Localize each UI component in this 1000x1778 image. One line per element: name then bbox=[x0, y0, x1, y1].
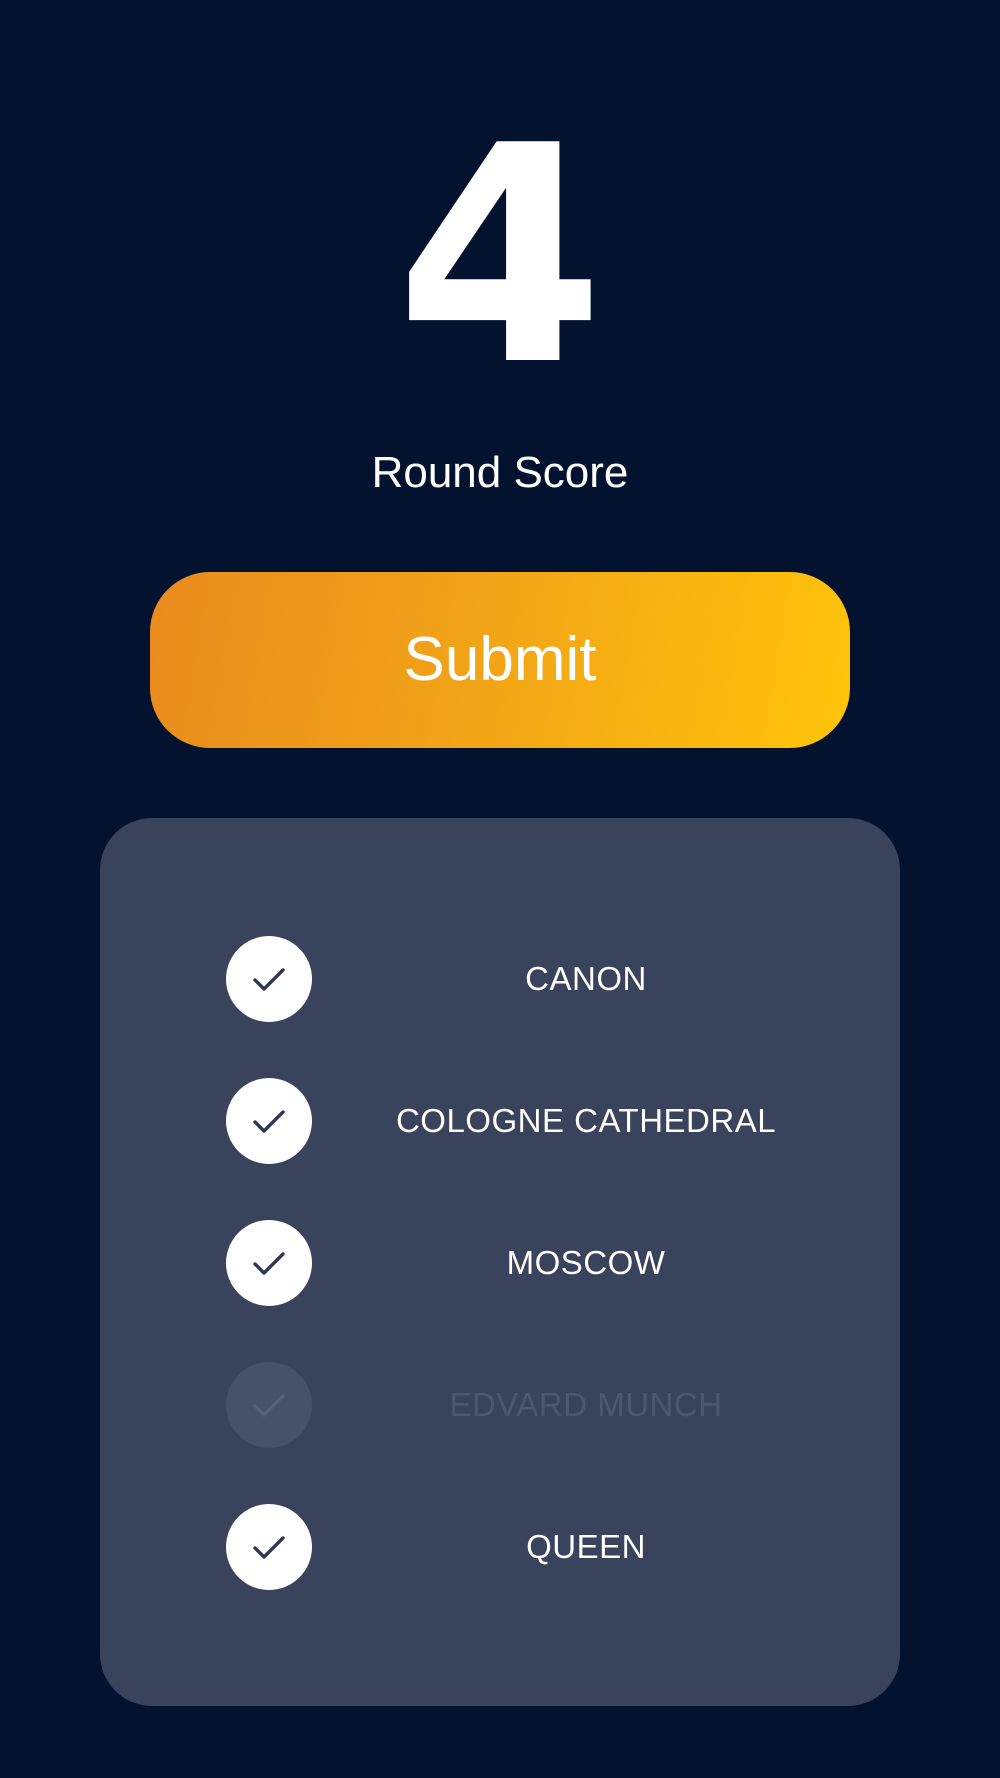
answer-item-moscow[interactable]: MOSCOW bbox=[100, 1220, 900, 1306]
check-icon bbox=[253, 1252, 285, 1275]
submit-button[interactable]: Submit bbox=[150, 572, 850, 748]
answer-item-edvard-munch[interactable]: EDVARD MUNCH bbox=[100, 1362, 900, 1448]
answer-item-queen[interactable]: QUEEN bbox=[100, 1504, 900, 1590]
answer-label: COLOGNE CATHEDRAL bbox=[395, 1102, 777, 1139]
answer-checkbox[interactable] bbox=[226, 1504, 312, 1590]
answer-checkbox[interactable] bbox=[226, 1078, 312, 1164]
answer-checkbox[interactable] bbox=[226, 1362, 312, 1448]
check-icon bbox=[253, 968, 285, 991]
round-score-value: 4 bbox=[395, 82, 605, 431]
answer-checkbox[interactable] bbox=[226, 936, 312, 1022]
check-icon bbox=[253, 1536, 285, 1559]
answer-checkbox[interactable] bbox=[226, 1220, 312, 1306]
answer-label: CANON bbox=[525, 960, 647, 997]
answer-label: MOSCOW bbox=[506, 1244, 666, 1281]
answer-item-canon[interactable]: CANON bbox=[100, 936, 900, 1022]
answers-panel: CANON COLOGNE CATHEDRAL MOSCOW EDVARD MU… bbox=[100, 818, 900, 1706]
check-icon bbox=[253, 1110, 285, 1133]
answer-item-cologne-cathedral[interactable]: COLOGNE CATHEDRAL bbox=[100, 1078, 900, 1164]
check-icon bbox=[253, 1394, 285, 1417]
answer-label: QUEEN bbox=[526, 1528, 646, 1565]
round-score-label: Round Score bbox=[371, 448, 629, 497]
answer-label: EDVARD MUNCH bbox=[449, 1386, 723, 1423]
